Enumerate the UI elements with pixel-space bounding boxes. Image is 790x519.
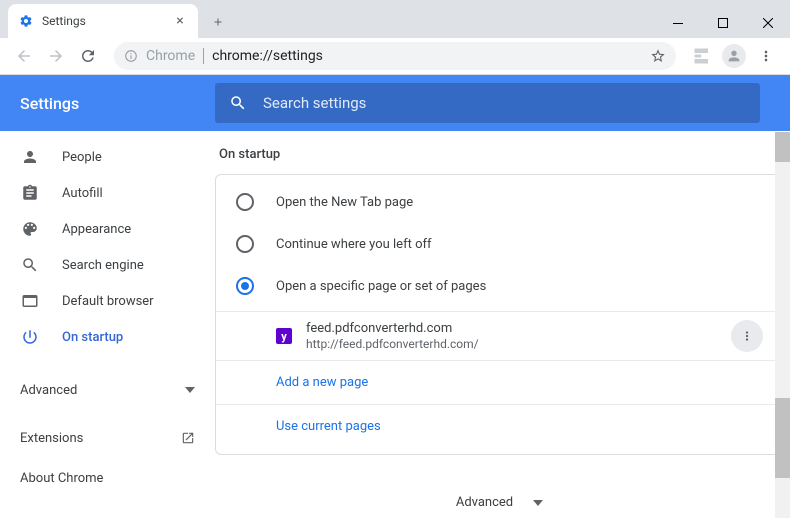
bookmark-icon[interactable] [650, 48, 666, 64]
advanced-footer[interactable]: Advanced [215, 495, 784, 510]
clipboard-icon [20, 184, 40, 202]
browser-toolbar: Chrome chrome://settings [0, 38, 790, 75]
sidebar-item-default-browser[interactable]: Default browser [0, 283, 215, 319]
omnibox-url: chrome://settings [212, 48, 650, 64]
advanced-footer-label: Advanced [456, 495, 513, 510]
chevron-down-icon [185, 387, 195, 393]
svg-text:y: y [281, 330, 287, 343]
radio-specific-pages[interactable]: Open a specific page or set of pages [216, 265, 783, 307]
radio-icon [236, 277, 254, 295]
power-icon [20, 328, 40, 346]
page-title: Settings [20, 94, 215, 113]
sidebar-item-label: Default browser [62, 294, 154, 309]
maximize-button[interactable] [700, 8, 745, 38]
radio-label: Open the New Tab page [276, 195, 413, 210]
close-icon[interactable]: × [172, 13, 188, 29]
about-label: About Chrome [20, 471, 103, 486]
search-settings[interactable] [215, 83, 760, 123]
sidebar-item-people[interactable]: People [0, 139, 215, 175]
tab-title: Settings [42, 14, 172, 28]
sidebar: People Autofill Appearance Search engine… [0, 131, 215, 519]
sidebar-about[interactable]: About Chrome [0, 458, 215, 498]
profile-button[interactable] [718, 40, 750, 72]
extensions-label: Extensions [20, 431, 83, 446]
section-title: On startup [219, 147, 784, 162]
window-controls [655, 8, 790, 38]
startup-page-entry: y feed.pdfconverterhd.com http://feed.pd… [216, 311, 783, 360]
more-actions-button[interactable] [731, 320, 763, 352]
page-title: feed.pdfconverterhd.com [306, 321, 731, 336]
sidebar-item-search-engine[interactable]: Search engine [0, 247, 215, 283]
browser-tab[interactable]: Settings × [8, 4, 198, 38]
info-icon [124, 49, 138, 63]
sidebar-item-on-startup[interactable]: On startup [0, 319, 215, 355]
sidebar-item-label: Appearance [62, 222, 131, 237]
startup-card: Open the New Tab page Continue where you… [215, 174, 784, 455]
forward-button[interactable] [42, 42, 70, 70]
sidebar-item-appearance[interactable]: Appearance [0, 211, 215, 247]
scroll-thumb[interactable] [775, 132, 790, 162]
sidebar-item-label: On startup [62, 330, 123, 345]
address-bar[interactable]: Chrome chrome://settings [114, 42, 676, 70]
reload-button[interactable] [74, 42, 102, 70]
back-button[interactable] [10, 42, 38, 70]
radio-continue[interactable]: Continue where you left off [216, 223, 783, 265]
radio-icon [236, 235, 254, 253]
content-area: On startup Open the New Tab page Continu… [215, 131, 790, 519]
titlebar: Settings × [0, 0, 790, 38]
new-tab-button[interactable] [204, 8, 232, 36]
search-input[interactable] [263, 94, 746, 112]
page-url: http://feed.pdfconverterhd.com/ [306, 337, 731, 351]
sidebar-advanced[interactable]: Advanced [0, 370, 215, 410]
menu-button[interactable] [750, 40, 782, 72]
browser-icon [20, 292, 40, 310]
extensions-icon[interactable] [686, 40, 718, 72]
search-icon [20, 256, 40, 274]
search-icon [229, 94, 247, 112]
radio-new-tab[interactable]: Open the New Tab page [216, 181, 783, 223]
add-new-page-link[interactable]: Add a new page [216, 360, 783, 404]
sidebar-extensions[interactable]: Extensions [0, 418, 215, 458]
sidebar-item-label: Autofill [62, 186, 103, 201]
advanced-label: Advanced [20, 383, 77, 398]
settings-header: Settings [0, 75, 790, 131]
person-icon [20, 148, 40, 166]
close-window-button[interactable] [745, 8, 790, 38]
radio-icon [236, 193, 254, 211]
omnibox-prefix: Chrome [146, 48, 204, 64]
use-current-pages-link[interactable]: Use current pages [216, 404, 783, 448]
minimize-button[interactable] [655, 8, 700, 38]
palette-icon [20, 220, 40, 238]
radio-label: Open a specific page or set of pages [276, 279, 486, 294]
gear-icon [18, 13, 34, 29]
scrollbar[interactable] [775, 132, 790, 518]
sidebar-item-label: People [62, 150, 102, 165]
chevron-down-icon [533, 500, 543, 506]
radio-label: Continue where you left off [276, 237, 432, 252]
sidebar-item-label: Search engine [62, 258, 144, 273]
sidebar-item-autofill[interactable]: Autofill [0, 175, 215, 211]
external-link-icon [181, 431, 195, 445]
main-content: People Autofill Appearance Search engine… [0, 131, 790, 519]
favicon-icon: y [276, 328, 292, 344]
scroll-thumb[interactable] [775, 398, 790, 478]
